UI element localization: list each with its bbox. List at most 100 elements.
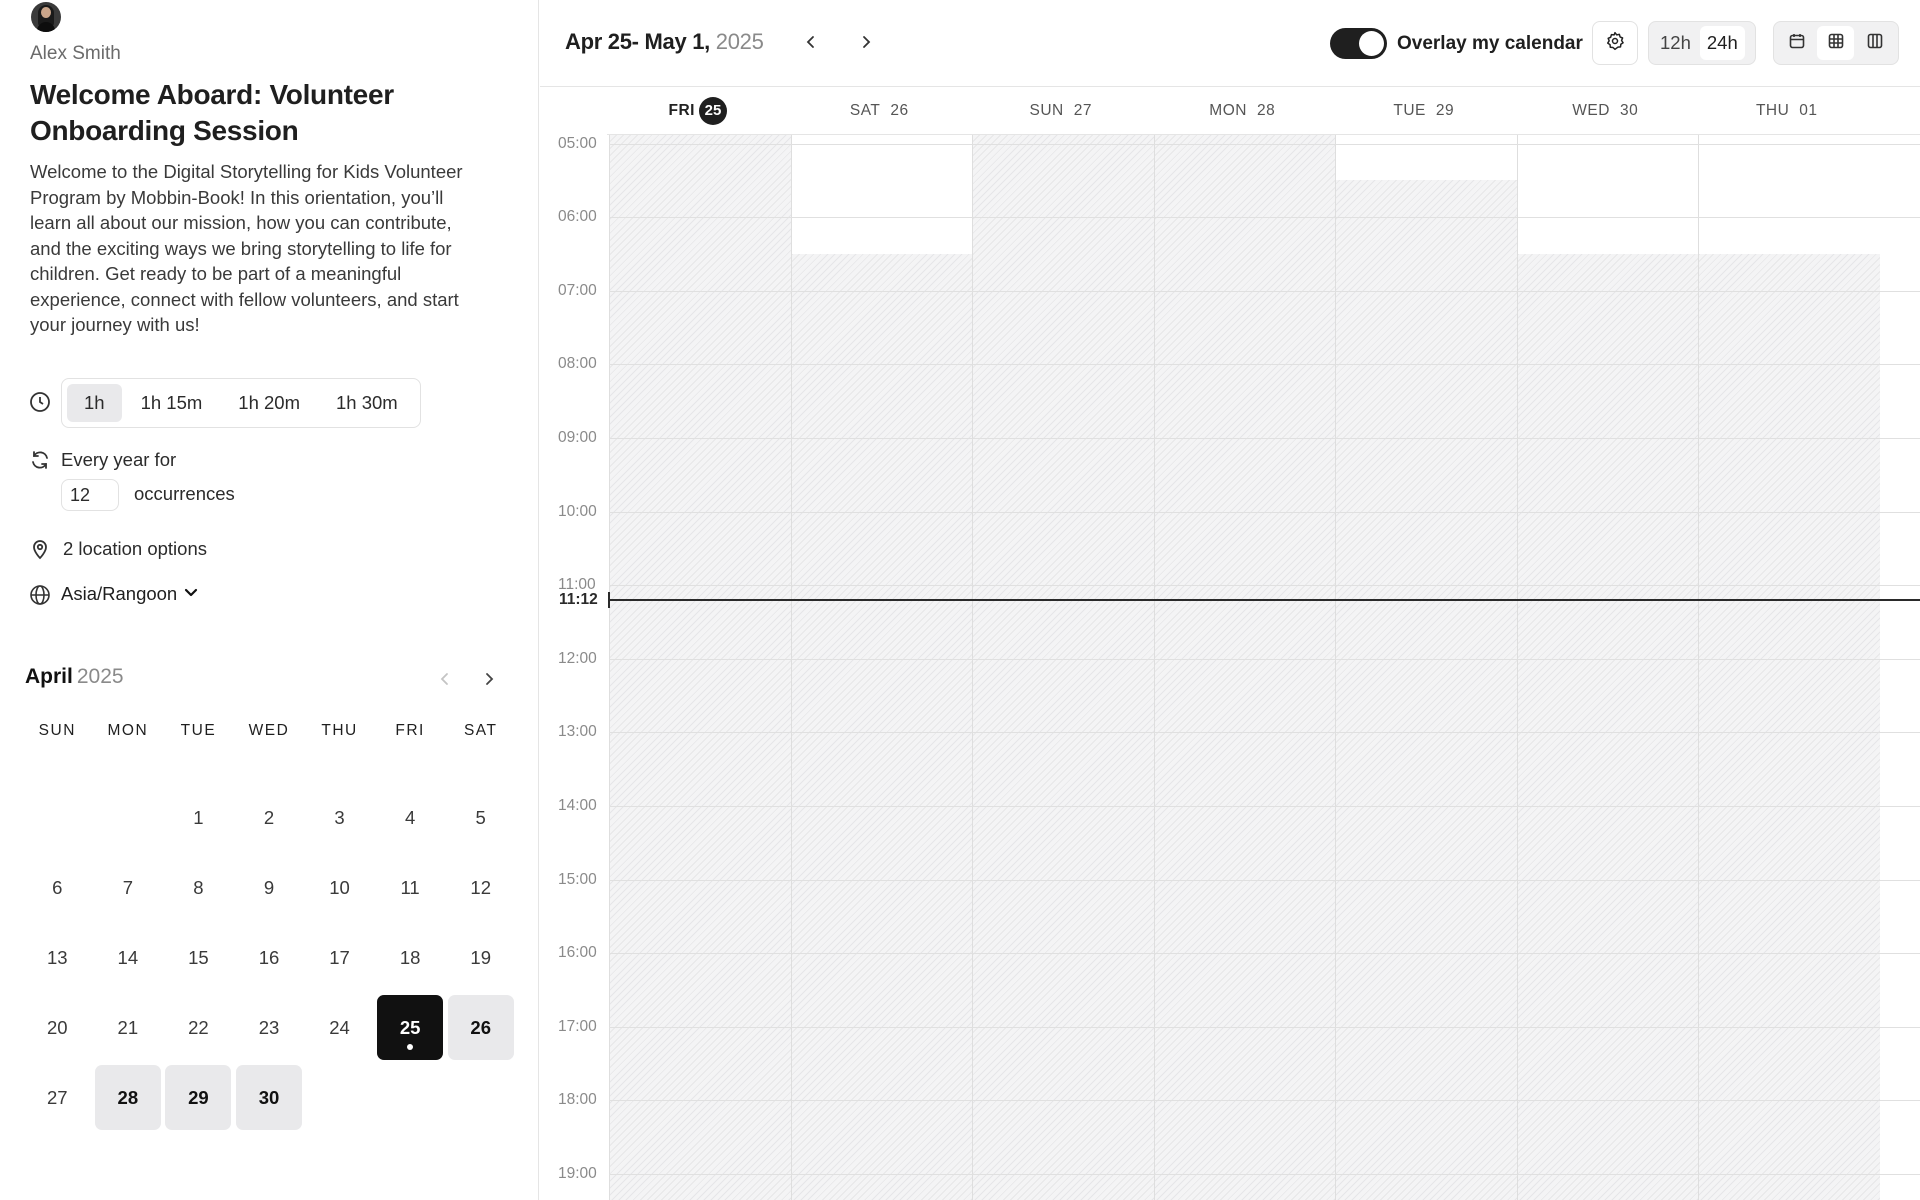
hour-label: 19:00	[558, 1164, 597, 1182]
mini-calendar-month: April 2025	[25, 665, 124, 689]
day-cell: 13	[22, 925, 93, 990]
hour-gridline	[609, 511, 1920, 513]
day-30-available[interactable]: 30	[235, 1065, 302, 1130]
weekday-label: TUE	[180, 722, 217, 739]
week-day-header: FRI 25 SAT 26 SUN 27 MON 28 TUE 29 WED 30 THU 01	[607, 87, 1920, 135]
hour-label: 15:00	[558, 870, 597, 888]
available-slot[interactable]	[1517, 135, 1698, 254]
day-column-tue	[1335, 135, 1517, 1200]
hour-gridline	[609, 805, 1920, 807]
hour-label: 14:00	[558, 796, 597, 814]
weekday-label: WED	[248, 722, 290, 739]
prev-week-button[interactable]	[798, 29, 824, 55]
day-27: 27	[46, 1086, 68, 1108]
mini-calendar-prev-button[interactable]	[433, 667, 457, 691]
time-format-12h[interactable]: 12h	[1653, 26, 1698, 60]
occurrences-input[interactable]: 12	[61, 479, 119, 511]
hour-gridline	[609, 1100, 1920, 1102]
day-cell: 9	[234, 855, 305, 920]
available-slot[interactable]	[1336, 135, 1517, 181]
day-name: SAT	[849, 101, 881, 119]
day-cell: 8	[163, 855, 234, 920]
settings-button[interactable]	[1592, 21, 1638, 65]
day-name: TUE	[1393, 101, 1426, 119]
current-time-line	[609, 598, 1920, 601]
available-slot[interactable]	[1699, 135, 1880, 254]
available-slot[interactable]	[791, 135, 972, 254]
hour-gridline	[609, 658, 1920, 660]
column-view-button[interactable]	[1856, 26, 1893, 60]
avatar	[31, 2, 61, 32]
day-10: 10	[329, 876, 350, 898]
day-cell: 5	[445, 785, 516, 850]
day-cell: 12	[445, 855, 516, 920]
hour-label: 17:00	[558, 1017, 597, 1035]
day-column-header-sun: SUN 27	[970, 87, 1152, 134]
date-range-text: Apr 25- May 1,	[565, 29, 710, 54]
day-16: 16	[258, 946, 280, 968]
day-column-mon	[1153, 135, 1335, 1200]
hour-label: 07:00	[558, 281, 597, 299]
duration-option-1h15m[interactable]: 1h 15m	[124, 384, 220, 422]
day-25-selected[interactable]: 25	[377, 995, 444, 1060]
day-20: 20	[46, 1016, 68, 1038]
day-cell: 21	[93, 995, 164, 1060]
location-options[interactable]: 2 location options	[63, 538, 207, 560]
day-column-thu	[1698, 135, 1880, 1200]
time-format-toggle: 12h 24h	[1648, 21, 1756, 65]
hour-label: 06:00	[558, 208, 597, 226]
week-view-button[interactable]	[1817, 26, 1854, 60]
day-2: 2	[263, 806, 275, 828]
day-cell: 6	[22, 855, 93, 920]
duration-option-1h30m[interactable]: 1h 30m	[319, 384, 415, 422]
day-29-available[interactable]: 29	[165, 1065, 232, 1130]
time-format-24h[interactable]: 24h	[1699, 26, 1745, 60]
day-14: 14	[117, 946, 139, 968]
current-time-tick	[608, 591, 610, 608]
event-title: Welcome Aboard: Volunteer Onboarding Ses…	[30, 79, 394, 146]
hour-gridline	[609, 953, 1920, 955]
day-cell: 22	[163, 995, 234, 1060]
hour-gridline	[609, 290, 1920, 292]
day-19: 19	[470, 946, 491, 968]
overlay-calendar-label: Overlay my calendar	[1397, 33, 1583, 54]
current-time-label: 11:12	[559, 590, 598, 608]
event-description: Welcome to the Digital Storytelling for …	[30, 161, 463, 335]
day-15: 15	[188, 946, 209, 968]
day-cell	[93, 785, 164, 850]
hour-label: 12:00	[558, 649, 597, 667]
timezone-select[interactable]: Asia/Rangoon	[61, 583, 199, 605]
month-view-button[interactable]	[1778, 26, 1815, 60]
day-column-header-sat: SAT 26	[789, 87, 971, 134]
day-11: 11	[400, 876, 420, 898]
day-cell: 25	[375, 995, 446, 1060]
day-cell: 20	[22, 995, 93, 1060]
duration-option-1h[interactable]: 1h	[67, 384, 122, 422]
day-18: 18	[399, 946, 421, 968]
day-1: 1	[193, 806, 204, 828]
overlay-calendar-toggle[interactable]	[1330, 28, 1387, 59]
next-week-button[interactable]	[853, 29, 879, 55]
timezone-value: Asia/Rangoon	[61, 583, 178, 604]
day-name: THU	[1755, 101, 1790, 119]
hour-gridline	[609, 437, 1920, 439]
day-number: 28	[1256, 101, 1276, 119]
day-cell: 1	[163, 785, 234, 850]
day-24: 24	[329, 1016, 350, 1038]
hour-label: 10:00	[558, 502, 597, 520]
day-26-available[interactable]: 26	[447, 995, 514, 1060]
day-name: WED	[1572, 101, 1610, 119]
mini-calendar-year: 2025	[76, 665, 124, 688]
occurrences-label: occurrences	[134, 483, 235, 504]
hour-label: 13:00	[558, 723, 597, 741]
duration-option-1h20m[interactable]: 1h 20m	[221, 384, 317, 422]
calendar-toolbar: Apr 25- May 1, 2025 Overlay my calendar …	[540, 0, 1920, 87]
mini-calendar-month-name: April	[25, 665, 73, 688]
repeat-icon	[29, 449, 51, 471]
day-number: 01	[1799, 101, 1818, 119]
day-4: 4	[404, 806, 416, 828]
mini-calendar-next-button[interactable]	[477, 667, 501, 691]
day-cell: 10	[304, 855, 375, 920]
day-cell: 7	[93, 855, 164, 920]
day-28-available[interactable]: 28	[94, 1065, 161, 1130]
